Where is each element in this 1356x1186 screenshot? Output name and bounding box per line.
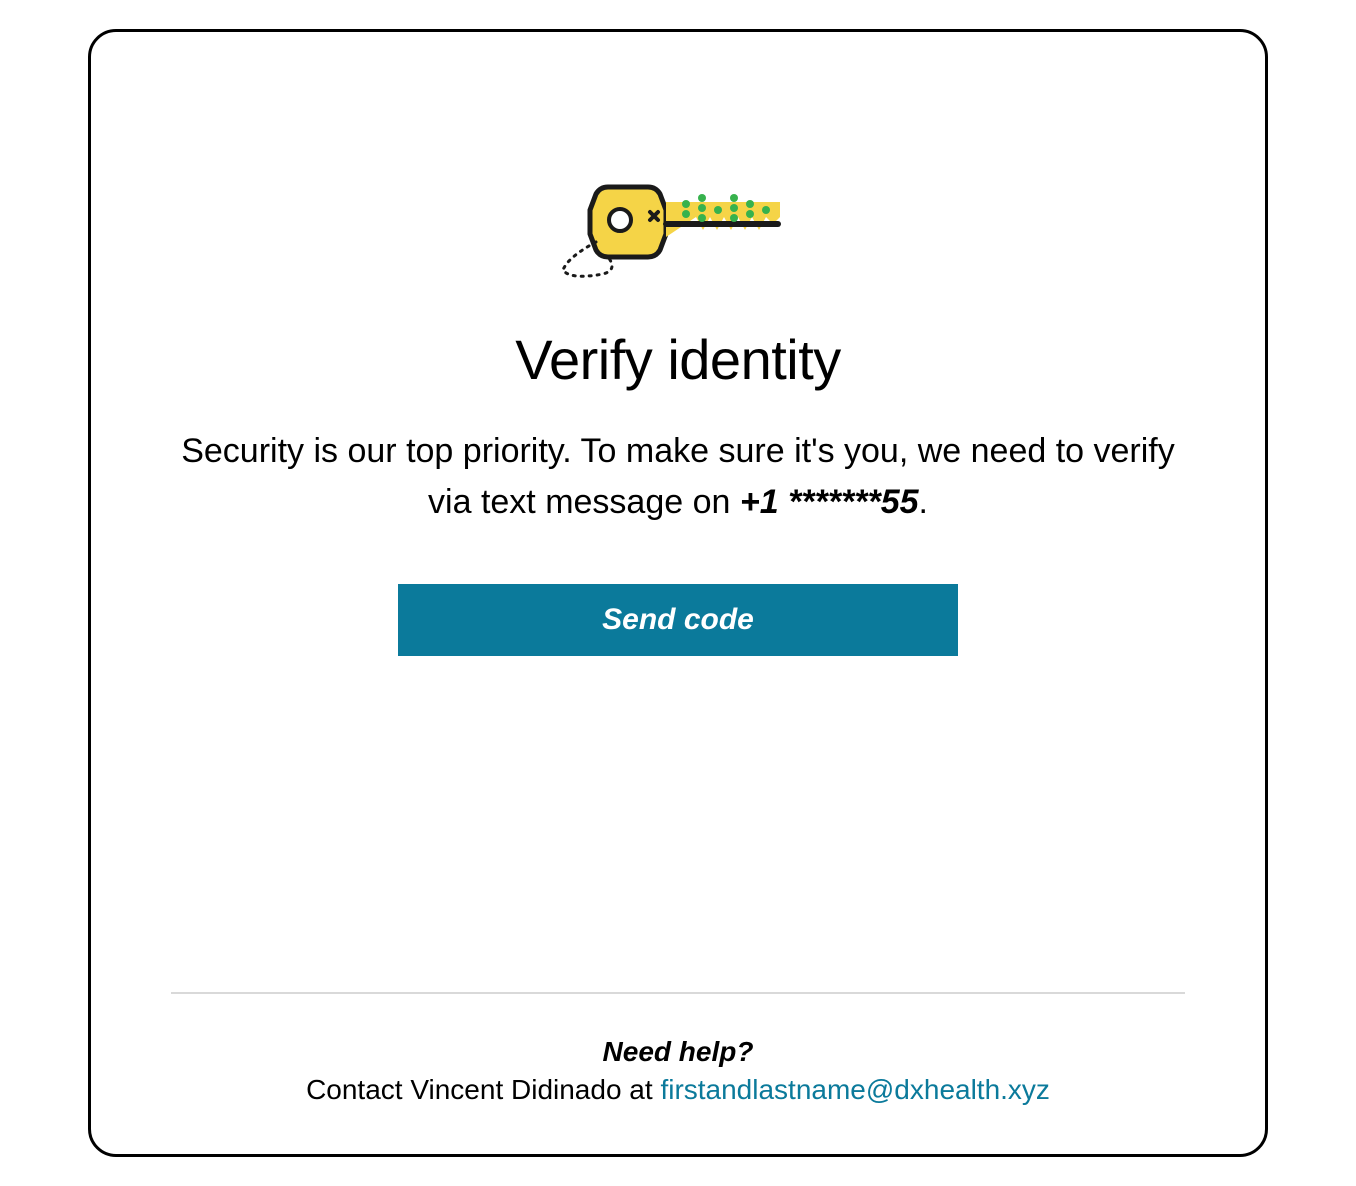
contact-line: Contact Vincent Didinado at firstandlast…: [171, 1074, 1185, 1106]
contact-prefix: Contact Vincent Didinado at: [306, 1074, 660, 1105]
verification-description: Security is our top priority. To make su…: [171, 426, 1185, 528]
description-suffix: .: [919, 483, 928, 521]
help-footer: Need help? Contact Vincent Didinado at f…: [171, 992, 1185, 1106]
contact-email-link[interactable]: firstandlastname@dxhealth.xyz: [660, 1074, 1050, 1105]
send-code-button[interactable]: Send code: [398, 584, 958, 656]
description-prefix: Security is our top priority. To make su…: [181, 432, 1175, 521]
page-title: Verify identity: [515, 327, 841, 392]
need-help-label: Need help?: [171, 1036, 1185, 1068]
key-icon: [548, 162, 808, 287]
verify-identity-card: Verify identity Security is our top prio…: [88, 29, 1268, 1157]
masked-phone-number: +1 *******55: [740, 483, 919, 521]
footer-divider: [171, 992, 1185, 994]
